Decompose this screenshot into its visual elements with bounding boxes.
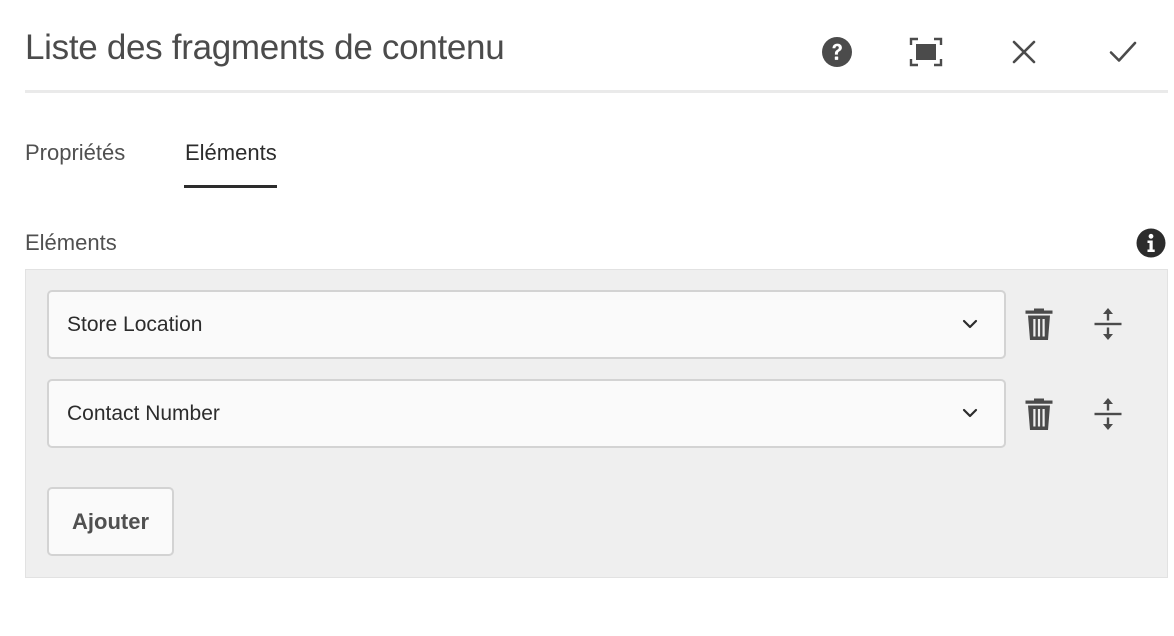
element-select[interactable]: Contact Number <box>47 379 1006 448</box>
help-button[interactable] <box>819 34 855 70</box>
fullscreen-button[interactable] <box>908 34 944 70</box>
info-icon[interactable] <box>1136 228 1166 258</box>
drag-handle-icon <box>1094 398 1122 430</box>
tab-elements[interactable]: Eléments <box>185 140 277 166</box>
fullscreen-icon <box>909 37 943 67</box>
trash-icon <box>1025 308 1053 340</box>
chevron-down-icon <box>962 319 978 329</box>
close-button[interactable] <box>1006 34 1042 70</box>
help-icon <box>822 37 852 67</box>
dialog-title: Liste des fragments de contenu <box>25 28 505 67</box>
trash-icon <box>1025 398 1053 430</box>
element-select-value: Store Location <box>67 313 203 336</box>
delete-button[interactable] <box>1019 392 1059 436</box>
done-button[interactable] <box>1105 34 1141 70</box>
element-select[interactable]: Store Location <box>47 290 1006 359</box>
element-select-value: Contact Number <box>67 402 220 425</box>
drag-handle-icon <box>1094 308 1122 340</box>
elements-field-label: Eléments <box>25 230 117 255</box>
close-icon <box>1012 40 1036 64</box>
checkmark-icon <box>1109 41 1137 62</box>
chevron-down-icon <box>962 408 978 418</box>
add-button[interactable]: Ajouter <box>47 487 174 556</box>
content-fragment-list-dialog: Liste des fragments de contenu Propriété… <box>0 0 1174 636</box>
tab-properties[interactable]: Propriétés <box>25 140 125 166</box>
reorder-handle[interactable] <box>1088 302 1128 346</box>
reorder-handle[interactable] <box>1088 392 1128 436</box>
active-tab-indicator <box>184 185 277 188</box>
delete-button[interactable] <box>1019 302 1059 346</box>
dialog-header: Liste des fragments de contenu <box>25 0 1168 93</box>
elements-multifield: Store Location Contact Number Ajouter <box>25 269 1168 578</box>
